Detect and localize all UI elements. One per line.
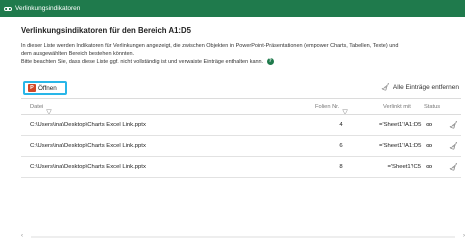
broom-icon[interactable]: 🧹︎ — [449, 142, 458, 150]
column-header-linked: Verlinkt mit — [383, 104, 411, 110]
link-status-icon: oo — [426, 122, 432, 128]
scroll-left-icon[interactable]: ‹ — [21, 233, 23, 239]
linked-range: ='Sheet1'!A1:D5 — [379, 143, 422, 149]
description-line-3-text: Bitte beachten Sie, dass diese Liste ggf… — [21, 59, 264, 66]
page-title: Verlinkungsindikatoren für den Bereich A… — [21, 26, 191, 35]
scrollbar-track[interactable] — [31, 236, 455, 238]
broom-icon[interactable]: 🧹︎ — [449, 121, 458, 129]
table-header: Datei ▽ Folien Nr. ▽ Verlinkt mit Status — [21, 100, 461, 116]
link-status-icon: oo — [426, 143, 432, 149]
help-icon[interactable]: ? — [266, 58, 274, 66]
open-button[interactable]: P Öffnen — [23, 81, 67, 95]
description-line-2: dem ausgewählten Bereich bestehen könnte… — [21, 50, 135, 57]
broom-icon: 🧹︎ — [380, 84, 390, 91]
window-titlebar: Verlinkungsindikatoren — [0, 0, 465, 17]
remove-all-button[interactable]: 🧹︎ Alle Einträge entfernen — [380, 83, 459, 92]
description-line-3: Bitte beachten Sie, dass diese Liste ggf… — [21, 58, 461, 67]
column-header-file[interactable]: Datei ▽ — [30, 104, 52, 116]
toolbar-divider — [21, 98, 461, 99]
remove-all-label: Alle Einträge entfernen — [392, 83, 459, 91]
column-header-slide[interactable]: Folien Nr. ▽ — [315, 104, 348, 116]
description-line-1: In dieser Liste werden Indikatoren für V… — [21, 43, 399, 49]
table-row[interactable]: C:\Users\ina\Desktop\Charts Excel Link.p… — [21, 115, 461, 136]
file-path: C:\Users\ina\Desktop\Charts Excel Link.p… — [30, 143, 146, 149]
horizontal-scrollbar[interactable]: ‹ › — [21, 233, 465, 241]
link-status-icon: oo — [426, 164, 432, 170]
column-header-status: Status — [424, 104, 441, 110]
table-row[interactable]: C:\Users\ina\Desktop\Charts Excel Link.p… — [21, 136, 461, 157]
linked-range: ='Sheet1'!A1:D5 — [379, 122, 422, 128]
slide-number: 4 — [339, 122, 343, 128]
file-path: C:\Users\ina\Desktop\Charts Excel Link.p… — [30, 122, 146, 128]
open-button-label: Öffnen — [38, 84, 57, 92]
table-row[interactable]: C:\Users\ina\Desktop\Charts Excel Link.p… — [21, 157, 461, 178]
linked-range: ='Sheet1'!C5 — [387, 164, 421, 170]
description: In dieser Liste werden Indikatoren für V… — [21, 43, 461, 67]
file-path: C:\Users\ina\Desktop\Charts Excel Link.p… — [30, 164, 146, 170]
powerpoint-icon: P — [28, 84, 36, 92]
link-icon — [4, 6, 12, 11]
broom-icon[interactable]: 🧹︎ — [449, 163, 458, 171]
slide-number: 8 — [339, 164, 343, 170]
slide-number: 6 — [339, 143, 343, 149]
window-title: Verlinkungsindikatoren — [15, 5, 81, 12]
